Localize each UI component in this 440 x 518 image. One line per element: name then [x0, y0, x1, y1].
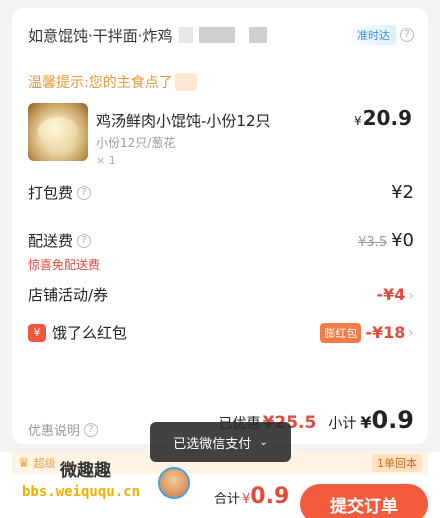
help-icon[interactable]: ?: [77, 233, 92, 248]
total-value: 0.9: [250, 484, 290, 509]
reminder-text: 温馨提示:您的主食点了: [28, 75, 173, 91]
currency-symbol: ¥: [354, 114, 362, 128]
reminder-tip: 温馨提示:您的主食点了: [28, 72, 197, 92]
watermark-avatar-icon: [158, 467, 190, 499]
item-quantity: × 1: [96, 154, 116, 167]
blurred-text: [248, 27, 267, 43]
chevron-right-icon: ›: [408, 324, 414, 341]
chevron-down-icon: ⌄: [259, 436, 268, 448]
total-label: 合计: [214, 492, 241, 507]
help-icon[interactable]: ?: [400, 28, 414, 42]
packing-fee-label: 打包费: [28, 184, 74, 202]
toast-text: 已选微信支付: [173, 436, 252, 452]
promo-explain-label: 优惠说明: [28, 424, 81, 439]
item-name: 鸡汤鲜肉小馄饨-小份12只: [96, 112, 271, 130]
store-promo-row[interactable]: 店铺活动/券 -¥4 ›: [28, 284, 414, 305]
delivery-fee-label: 配送费: [28, 232, 74, 250]
red-packet-value-group: 膨红包 -¥18 ›: [320, 322, 414, 343]
shop-name: 如意馄饨·干拌面·炸鸡: [28, 26, 173, 45]
blurred-text: [174, 73, 197, 91]
order-card: 如意馄饨·干拌面·炸鸡 准时达 ? 温馨提示:您的主食点了 鸡汤鲜肉小馄饨-小份…: [12, 8, 428, 444]
delivery-fee-note: 惊喜免配送费: [28, 258, 101, 272]
delivery-fee-value-group: ¥3.5 ¥0: [358, 230, 414, 251]
item-spec: 小份12只/葱花: [96, 136, 176, 150]
watermark-logo: 微趣趣: [60, 461, 111, 481]
submit-order-button[interactable]: 提交订单: [300, 484, 428, 518]
payback-tag: 1单回本: [372, 454, 422, 472]
chevron-right-icon: ›: [408, 288, 414, 304]
packing-fee-value: ¥2: [391, 182, 414, 203]
shop-header[interactable]: 如意馄饨·干拌面·炸鸡 准时达 ?: [28, 22, 414, 48]
currency-symbol: ¥: [242, 492, 251, 507]
delivery-fee-original: ¥3.5: [358, 235, 388, 250]
red-packet-label: 饿了么红包: [52, 324, 128, 342]
store-promo-value: -¥4: [376, 285, 406, 304]
red-packet-row[interactable]: ¥ 饿了么红包 膨红包 -¥18 ›: [28, 322, 414, 343]
red-packet-value: -¥18: [365, 323, 406, 342]
item-price: ¥20.9: [354, 106, 412, 130]
subtotal-value-group: ¥0.9: [360, 406, 414, 434]
ontime-badge: 准时达: [343, 25, 396, 45]
delivery-fee-row: 配送费 ? ¥3.5 ¥0: [28, 230, 414, 251]
watermark-url: bbs.weiququ.cn: [22, 484, 141, 500]
payment-method-toast[interactable]: 已选微信支付 ⌄: [150, 422, 291, 462]
store-promo-value-group: -¥4 ›: [376, 284, 414, 305]
delivery-fee-value: ¥0: [391, 230, 414, 251]
membership-text: 超级: [33, 457, 56, 470]
subtotal-label: 小计: [328, 416, 357, 432]
blurred-text: [178, 27, 193, 43]
item-image: [28, 103, 88, 161]
packing-fee-row: 打包费 ? ¥2: [28, 182, 414, 203]
store-promo-label: 店铺活动/券: [28, 286, 109, 304]
crown-icon: ♛: [18, 455, 30, 471]
currency-symbol: ¥: [360, 413, 372, 432]
help-icon: ?: [84, 422, 99, 437]
order-total: 合计 ¥ 0.9: [214, 484, 289, 509]
red-packet-icon: ¥: [28, 323, 46, 342]
red-packet-tag: 膨红包: [320, 322, 362, 343]
help-icon[interactable]: ?: [77, 185, 92, 200]
blurred-text: [198, 27, 235, 43]
item-price-value: 20.9: [362, 106, 412, 130]
subtotal-value: 0.9: [371, 406, 414, 434]
promo-explain[interactable]: 优惠说明 ?: [28, 420, 99, 439]
